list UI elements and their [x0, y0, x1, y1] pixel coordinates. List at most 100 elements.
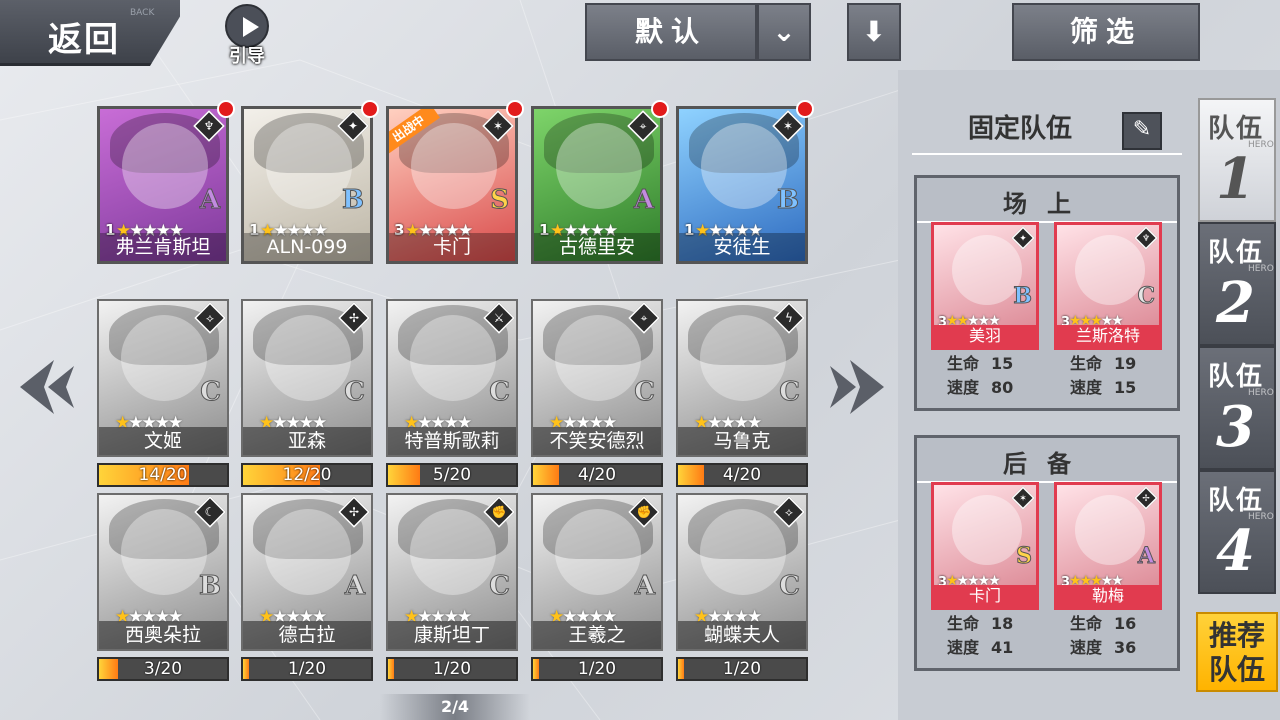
class-icon: ♆ [1134, 226, 1158, 250]
hero-face [700, 509, 786, 595]
tab-number: 4 [1216, 518, 1255, 584]
rank-letter: A [634, 571, 655, 602]
hero-card-locked[interactable]: ✊ A ★★★★★ 王羲之 [531, 493, 663, 651]
speed-value: 80 [991, 378, 1014, 397]
hero-name: 德古拉 [243, 621, 371, 649]
hero-stats: 生命 15 速度 80 [947, 352, 1013, 400]
hero-name: 不笑安德烈 [533, 427, 661, 455]
hero-face [121, 509, 207, 595]
tab-number: 3 [1216, 394, 1255, 460]
team-member-card[interactable]: ♆ C 3 ★★★★★ 兰斯洛特 [1054, 222, 1162, 350]
rank-letter: C [344, 377, 366, 408]
hp-label: 生命 [947, 354, 980, 373]
edit-pencil-icon[interactable]: ✎ [1122, 112, 1162, 150]
hero-card-locked[interactable]: ϟ C ★★★★★ 马鲁克 [676, 299, 808, 457]
rank-letter: A [1137, 543, 1155, 570]
sort-order-button[interactable]: ⬇ [847, 3, 901, 61]
rank-letter: S [1016, 543, 1033, 570]
fragment-progress-bar: 14/20 [97, 463, 229, 487]
tab-number: 1 [1216, 146, 1255, 212]
rank-letter: A [633, 185, 654, 216]
hero-face [555, 315, 641, 401]
hero-name: 美羽 [934, 325, 1036, 347]
hero-portrait: ✊ C ★★★★★ 康斯坦丁 [386, 493, 518, 651]
hp-value: 19 [1114, 354, 1137, 373]
fragment-count: 4/20 [722, 465, 762, 485]
hero-card-locked[interactable]: ✊ C ★★★★★ 康斯坦丁 [386, 493, 518, 651]
prev-page-arrow-icon[interactable] [14, 352, 78, 422]
hero-name: 兰斯洛特 [1057, 325, 1159, 347]
guide-button[interactable]: 引导 [222, 4, 272, 67]
sort-dropdown-button[interactable]: ⌄ [757, 3, 811, 61]
hero-portrait: ✶ S 3 ★★★★★ 卡门 出战中 [386, 106, 518, 264]
hero-stats: 生命 19 速度 15 [1070, 352, 1136, 400]
notification-dot [796, 100, 814, 118]
fragment-progress-bar: 1/20 [676, 657, 808, 681]
filter-button[interactable]: 筛选 [1012, 3, 1200, 61]
hero-card[interactable]: ✦ B 1 ★★★★★ ALN-099 [241, 100, 379, 264]
hero-card-locked[interactable]: ⚔ C ★★★★★ 特普斯歌莉 [386, 299, 518, 457]
hero-face [700, 315, 786, 401]
sort-button[interactable]: 默认 [585, 3, 757, 61]
hero-card[interactable]: ♆ A 1 ★★★★★ 弗兰肯斯坦 [97, 100, 235, 264]
fragment-progress-bar: 4/20 [676, 463, 808, 487]
hero-card-locked[interactable]: ✢ C ★★★★★ 亚森 [241, 299, 373, 457]
fragment-count: 5/20 [432, 465, 472, 485]
notification-dot [506, 100, 524, 118]
team-tab-2[interactable]: 队伍 HERO 2 [1198, 222, 1276, 346]
notification-dot [361, 100, 379, 118]
hero-portrait: ☾ B ★★★★★ 西奥朵拉 [97, 493, 229, 651]
next-page-arrow-icon[interactable] [826, 352, 890, 422]
speed-label: 速度 [947, 378, 980, 397]
rank-letter: A [199, 185, 220, 216]
rank-letter: C [489, 571, 511, 602]
team-member-card[interactable]: ✶ S 3 ★★★★★ 卡门 [931, 482, 1039, 610]
hero-card-locked[interactable]: ⟡ C ★★★★★ 蝴蝶夫人 [676, 493, 808, 651]
fragment-progress-bar: 4/20 [531, 463, 663, 487]
team-tab-3[interactable]: 队伍 HERO 3 [1198, 346, 1276, 470]
hero-portrait: ϟ C ★★★★★ 马鲁克 [676, 299, 808, 457]
hero-stats: 生命 16 速度 36 [1070, 612, 1136, 660]
team-member-card[interactable]: ✦ B 3 ★★★★★ 美羽 [931, 222, 1039, 350]
hero-name: 文姬 [99, 427, 227, 455]
fragment-count: 3/20 [143, 659, 183, 679]
hero-card-locked[interactable]: ☾ B ★★★★★ 西奥朵拉 [97, 493, 229, 651]
hero-name: 西奥朵拉 [99, 621, 227, 649]
hero-face [121, 315, 207, 401]
hero-name: 王羲之 [533, 621, 661, 649]
back-button[interactable]: 返回 BACK [0, 0, 180, 66]
onfield-title: 场上 [917, 184, 1177, 223]
hero-portrait: ✦ B 1 ★★★★★ ALN-099 [241, 106, 373, 264]
hero-card-locked[interactable]: ⟡ C ★★★★★ 文姬 [97, 299, 229, 457]
hero-name: 特普斯歌莉 [388, 427, 516, 455]
speed-label: 速度 [1070, 638, 1103, 657]
top-bar: 返回 BACK 引导 默认 ⌄ ⬇ 筛选 [0, 0, 1280, 70]
recommend-label: 推荐队伍 [1208, 619, 1265, 686]
rank-letter: S [490, 185, 510, 216]
hero-name: 古德里安 [534, 233, 660, 261]
hero-card[interactable]: ✶ B 1 ★★★★★ 安徒生 [676, 100, 814, 264]
team-member-card[interactable]: ✢ A 3 ★★★★★ 勒梅 [1054, 482, 1162, 610]
hero-portrait: ✶ B 1 ★★★★★ 安徒生 [676, 106, 808, 264]
hero-portrait: ⟡ C ★★★★★ 文姬 [97, 299, 229, 457]
hero-stats: 生命 18 速度 41 [947, 612, 1013, 660]
hero-portrait: ⚔ C ★★★★★ 特普斯歌莉 [386, 299, 518, 457]
fragment-progress-bar: 5/20 [386, 463, 518, 487]
hero-card[interactable]: ✶ S 3 ★★★★★ 卡门 出战中 [386, 100, 524, 264]
fragment-count: 1/20 [287, 659, 327, 679]
fragment-count: 14/20 [138, 465, 188, 485]
recommend-team-button[interactable]: 推荐队伍 [1196, 612, 1278, 692]
hero-face [265, 509, 351, 595]
hero-card-locked[interactable]: ✢ A ★★★★★ 德古拉 [241, 493, 373, 651]
team-tab-4[interactable]: 队伍 HERO 4 [1198, 470, 1276, 594]
speed-label: 速度 [1070, 378, 1103, 397]
speed-label: 速度 [947, 638, 980, 657]
fragment-count: 1/20 [577, 659, 617, 679]
hero-card[interactable]: ⌖ A 1 ★★★★★ 古德里安 [531, 100, 669, 264]
notification-dot [217, 100, 235, 118]
class-icon: ✦ [1011, 226, 1035, 250]
back-sub-label: BACK [130, 8, 155, 18]
team-tab-1[interactable]: 队伍 HERO 1 [1198, 98, 1276, 222]
rank-letter: B [342, 185, 365, 216]
hero-card-locked[interactable]: ⌖ C ★★★★★ 不笑安德烈 [531, 299, 663, 457]
